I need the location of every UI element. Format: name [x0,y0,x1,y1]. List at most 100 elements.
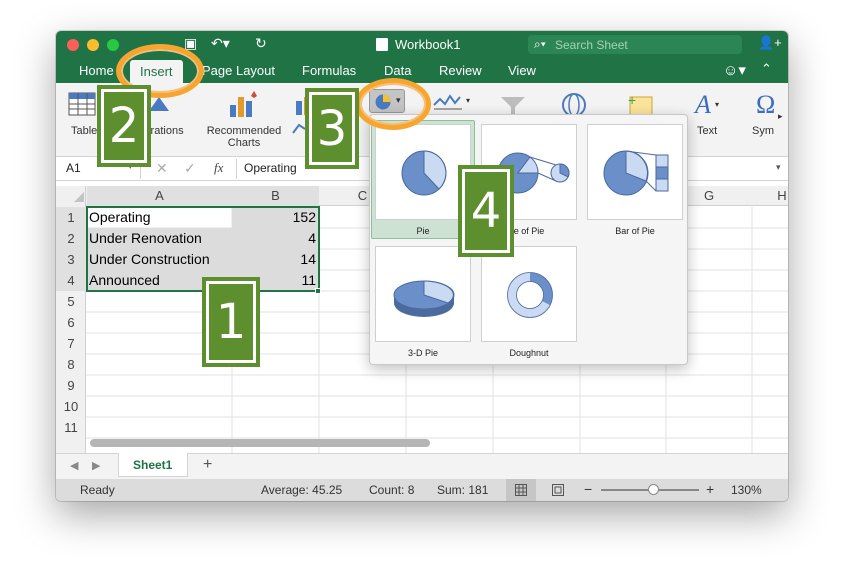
recommended-charts-icon[interactable] [226,89,262,121]
cell-a3[interactable]: Under Construction [89,249,210,270]
tab-view[interactable]: View [508,63,536,78]
cell-b1[interactable]: 152 [232,207,316,228]
row-header-11[interactable]: 11 [56,417,86,438]
undo-icon[interactable]: ↶▾ [211,35,230,52]
bar-of-pie-option[interactable] [587,124,683,220]
svg-text:▾: ▾ [466,96,470,105]
text-icon[interactable]: A ▾ [693,89,723,119]
row-header-3[interactable]: 3 [56,249,86,270]
cell-b3[interactable]: 14 [232,249,316,270]
search-placeholder: Search Sheet [555,38,628,52]
pie-button-highlight-ring [355,78,431,130]
row-header-8[interactable]: 8 [56,354,86,375]
row-header-9[interactable]: 9 [56,375,86,396]
sheet-next-icon[interactable]: ▶ [92,459,100,472]
status-ready: Ready [80,483,115,497]
text-label[interactable]: Text [697,125,717,137]
function-icon[interactable]: fx [214,160,223,176]
zoom-slider-thumb[interactable] [648,484,659,495]
search-icon: ⌕▾ [534,37,546,51]
document-icon [376,38,388,51]
3d-pie-thumbnail-icon [393,280,455,317]
normal-view-icon [515,484,527,496]
callout-2-number: 2 [108,98,140,154]
symbols-icon[interactable]: Ω [754,89,780,119]
collapse-ribbon-icon[interactable]: ⌃ [761,61,772,77]
svg-text:A: A [693,90,711,119]
row-header-5[interactable]: 5 [56,291,86,312]
callout-4: 4 [458,165,514,257]
formula-content[interactable]: Operating [244,161,297,175]
horizontal-scrollbar[interactable] [90,439,430,447]
status-count: Count: 8 [369,483,415,497]
doughnut-option-label: Doughnut [509,348,549,358]
row-header-6[interactable]: 6 [56,312,86,333]
smiley-feedback-icon[interactable]: ☺▾ [723,61,746,79]
search-sheet-input[interactable]: ⌕▾ Search Sheet [528,35,742,54]
close-window-button[interactable] [67,39,79,51]
cell-b2[interactable]: 4 [232,228,316,249]
symbols-label[interactable]: Sym [752,125,774,137]
row-header-2[interactable]: 2 [56,228,86,249]
tab-page-layout[interactable]: Page Layout [202,63,275,78]
normal-view-button[interactable] [506,479,536,501]
pie-option[interactable] [375,124,471,220]
recommended-charts-line1: Recommended [206,125,282,137]
add-sheet-button[interactable]: + [203,456,212,474]
name-box[interactable]: A1 [66,161,81,175]
status-bar: Ready Average: 45.25 Count: 8 Sum: 181 −… [56,479,788,501]
callout-4-number: 4 [470,183,502,239]
zoom-level[interactable]: 130% [731,483,762,497]
recommended-charts-line2: Charts [227,137,261,149]
sheet-tab-bar: ◀ ▶ Sheet1 + [56,453,788,479]
tab-data[interactable]: Data [384,63,411,78]
cell-a4[interactable]: Announced [89,270,160,291]
callout-1: 1 [202,277,260,367]
redo-icon[interactable]: ↻ [255,35,267,52]
3d-pie-option-label: 3-D Pie [407,348,438,358]
row-header-1[interactable]: 1 [56,207,86,228]
tab-review[interactable]: Review [439,63,482,78]
sparkline-icon[interactable]: ▾ [432,91,472,113]
tables-icon[interactable] [68,91,98,119]
row-header-7[interactable]: 7 [56,333,86,354]
svg-text:+: + [628,92,636,108]
bar-of-pie-option-label: Bar of Pie [615,226,655,236]
callout-2: 2 [97,85,151,167]
cancel-icon[interactable]: ✕ [156,160,168,177]
minimize-window-button[interactable] [87,39,99,51]
row-header-10[interactable]: 10 [56,396,86,417]
zoom-out-button[interactable]: − [584,481,592,497]
share-icon[interactable]: 👤+ [758,35,782,51]
cell-a1[interactable]: Operating [89,207,150,228]
doughnut-option[interactable] [481,246,577,342]
recommended-charts-label[interactable]: Recommended Charts [206,125,282,149]
status-average: Average: 45.25 [261,483,343,497]
row-header-4[interactable]: 4 [56,270,86,291]
callout-1-number: 1 [215,294,247,350]
status-sum: Sum: 181 [437,483,489,497]
formula-divider-2 [236,159,237,179]
page-layout-view-icon[interactable] [552,484,564,496]
sheet-tab-sheet1[interactable]: Sheet1 [118,453,188,477]
tab-formulas[interactable]: Formulas [302,63,356,78]
svg-text:Ω: Ω [756,90,775,119]
sheet-tab-label: Sheet1 [133,458,173,472]
ribbon-scroll-right-icon[interactable]: ▸ [778,111,783,122]
callout-3-number: 3 [316,100,348,157]
zoom-in-button[interactable]: + [706,481,714,497]
3d-pie-option[interactable] [375,246,471,342]
pie-option-label: Pie [416,226,430,236]
tab-home[interactable]: Home [79,63,114,78]
cell-a2[interactable]: Under Renovation [89,228,202,249]
svg-text:▾: ▾ [715,100,719,109]
callout-3: 3 [305,88,359,169]
formula-expand-icon[interactable]: ▾ [776,162,781,173]
sheet-prev-icon[interactable]: ◀ [70,459,78,472]
document-title: Workbook1 [395,37,461,52]
bar-of-pie-thumbnail-icon [603,150,669,196]
enter-icon[interactable]: ✓ [184,160,196,177]
zoom-window-button[interactable] [107,39,119,51]
pie-chart-menu: Pie e of Pie Bar of Pie 3-D Pie Doughnut [369,114,688,365]
doughnut-thumbnail-icon [507,272,553,318]
